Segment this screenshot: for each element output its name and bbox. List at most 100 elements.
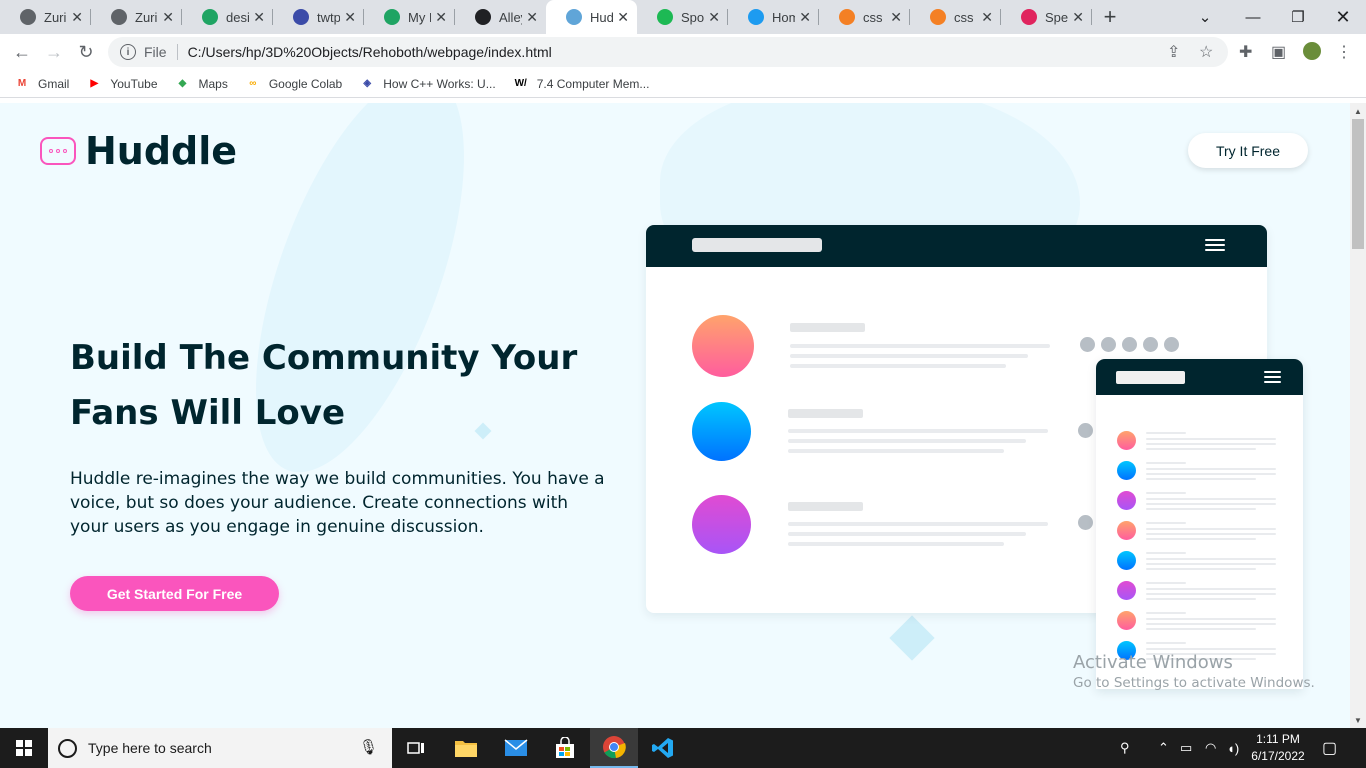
chrome-taskbar-icon[interactable] xyxy=(590,728,638,768)
huddle-logo[interactable]: Huddle xyxy=(40,129,237,173)
scrollbar-thumb[interactable] xyxy=(1352,119,1364,249)
close-window-button[interactable]: ✕ xyxy=(1320,0,1366,34)
mockup-text-line xyxy=(1146,522,1186,524)
mockup-text-line xyxy=(1146,612,1186,614)
browser-tab[interactable]: desig✕ xyxy=(182,0,273,34)
file-explorer-icon[interactable] xyxy=(442,728,490,768)
page-scrollbar[interactable]: ▲ ▼ xyxy=(1350,103,1366,728)
browser-tab[interactable]: css -✕ xyxy=(910,0,1001,34)
battery-icon[interactable]: ▭ xyxy=(1180,728,1192,768)
new-tab-button[interactable]: + xyxy=(1092,0,1128,34)
start-button[interactable] xyxy=(0,728,48,768)
address-bar[interactable]: i File C:/Users/hp/3D%20Objects/Rehoboth… xyxy=(108,37,1228,67)
address-url[interactable]: C:/Users/hp/3D%20Objects/Rehoboth/webpag… xyxy=(188,44,552,60)
mockup-header-bar xyxy=(1116,371,1185,384)
bookmark-label: YouTube xyxy=(110,76,158,91)
mockup-avatar xyxy=(1117,491,1136,510)
mockup-text-line xyxy=(1146,598,1256,600)
mail-icon[interactable] xyxy=(492,728,540,768)
close-tab-icon[interactable]: ✕ xyxy=(526,9,538,26)
try-it-free-button[interactable]: Try It Free xyxy=(1188,133,1308,168)
bookmark-item[interactable]: ◆ Maps xyxy=(175,77,228,91)
task-view-icon[interactable] xyxy=(392,728,440,768)
close-tab-icon[interactable]: ✕ xyxy=(981,9,993,26)
close-tab-icon[interactable]: ✕ xyxy=(708,9,720,26)
watermark-title: Activate Windows xyxy=(1073,652,1233,673)
wifi-icon[interactable]: ◠ xyxy=(1205,728,1216,768)
mockup-text-line xyxy=(1146,588,1276,590)
stackoverflow-icon xyxy=(839,9,855,25)
browser-tab[interactable]: Hom ✕ xyxy=(728,0,819,34)
site-info-icon[interactable]: i xyxy=(120,44,136,60)
close-tab-icon[interactable]: ✕ xyxy=(344,9,356,26)
close-tab-icon[interactable]: ✕ xyxy=(799,9,811,26)
notification-center-icon[interactable]: ▢ xyxy=(1322,728,1337,768)
share-icon[interactable]: ⇪ xyxy=(1167,42,1180,62)
minimize-button[interactable]: — xyxy=(1230,0,1276,34)
youtube-icon: ▶ xyxy=(90,78,99,89)
forward-button[interactable]: → xyxy=(38,36,70,68)
mockup-avatar xyxy=(1117,611,1136,630)
scroll-down-arrow-icon[interactable]: ▼ xyxy=(1350,712,1366,728)
people-icon[interactable]: ⚲ xyxy=(1120,728,1130,768)
browser-tab[interactable]: Spoti✕ xyxy=(637,0,728,34)
tab-title: twtp xyxy=(317,9,341,25)
bookmark-label: 7.4 Computer Mem... xyxy=(536,76,650,91)
back-button[interactable]: ← xyxy=(6,36,38,68)
maximize-button[interactable]: ❐ xyxy=(1276,0,1320,34)
microphone-icon[interactable]: 🎙 xyxy=(359,738,378,756)
tab-title: Spec xyxy=(1045,9,1069,25)
mockup-text-line xyxy=(1146,508,1256,510)
taskbar-clock[interactable]: 1:11 PM 6/17/2022 xyxy=(1246,731,1310,765)
mockup-text-line xyxy=(788,429,1048,433)
profile-avatar[interactable] xyxy=(1303,42,1321,60)
get-started-button[interactable]: Get Started For Free xyxy=(70,576,279,611)
microsoft-store-icon[interactable] xyxy=(541,728,589,768)
close-tab-icon[interactable]: ✕ xyxy=(890,9,902,26)
mockup-text-line xyxy=(790,323,865,332)
close-tab-icon[interactable]: ✕ xyxy=(1072,9,1084,26)
bookmark-star-icon[interactable]: ☆ xyxy=(1199,42,1213,62)
spotify-icon xyxy=(657,9,673,25)
taskbar-search-box[interactable]: Type here to search 🎙 xyxy=(48,728,392,768)
side-panel-icon[interactable]: ▣ xyxy=(1271,42,1286,62)
bookmark-item[interactable]: M Gmail xyxy=(14,77,70,91)
mockup-text-line xyxy=(788,449,1004,453)
cortana-icon xyxy=(58,738,77,758)
browser-tab[interactable]: Spec✕ xyxy=(1001,0,1092,34)
mockup-text-line xyxy=(1146,628,1256,630)
reload-button[interactable]: ↻ xyxy=(70,36,102,68)
mockup-text-line xyxy=(1146,618,1276,620)
mockup-text-line xyxy=(788,502,863,511)
bookmark-item[interactable]: W/7.4 Computer Mem... xyxy=(513,77,650,91)
bookmark-item[interactable]: ▶ YouTube xyxy=(86,77,157,91)
mockup-text-line xyxy=(1146,593,1276,595)
close-tab-icon[interactable]: ✕ xyxy=(162,9,174,26)
show-hidden-icons-chevron-icon[interactable]: ⌃ xyxy=(1158,728,1169,768)
close-tab-icon[interactable]: ✕ xyxy=(435,9,447,26)
browser-tab[interactable]: css -✕ xyxy=(819,0,910,34)
bookmark-item[interactable]: ∞ Google Colab xyxy=(245,77,342,91)
browser-tab[interactable]: Alley✕ xyxy=(455,0,546,34)
address-divider xyxy=(176,44,178,60)
volume-icon[interactable]: ◖) xyxy=(1227,728,1239,768)
close-tab-icon[interactable]: ✕ xyxy=(71,9,83,26)
mockup-avatar xyxy=(1117,581,1136,600)
browser-tab[interactable]: My D✕ xyxy=(364,0,455,34)
bookmark-item[interactable]: ◈ How C++ Works: U... xyxy=(359,77,495,91)
browser-tab[interactable]: ZuriB✕ xyxy=(0,0,91,34)
scroll-up-arrow-icon[interactable]: ▲ xyxy=(1350,103,1366,119)
menu-kebab-icon[interactable]: ⋮ xyxy=(1336,42,1352,62)
tab-title: ZuriB xyxy=(135,9,158,25)
browser-tab[interactable]: twtp ✕ xyxy=(273,0,364,34)
close-tab-icon[interactable]: ✕ xyxy=(253,9,265,26)
extensions-icon[interactable]: ✚ xyxy=(1239,42,1252,62)
browser-tab[interactable]: ZuriB✕ xyxy=(91,0,182,34)
tab-title: Hudd xyxy=(590,9,614,25)
vscode-icon[interactable] xyxy=(639,728,687,768)
tab-search-chevron-icon[interactable]: ⌄ xyxy=(1188,0,1222,34)
close-tab-icon[interactable]: ✕ xyxy=(617,9,629,26)
mockup-text-line xyxy=(1146,538,1256,540)
browser-tab[interactable]: Hudd✕ xyxy=(546,0,637,34)
mockup-text-line xyxy=(1146,498,1276,500)
